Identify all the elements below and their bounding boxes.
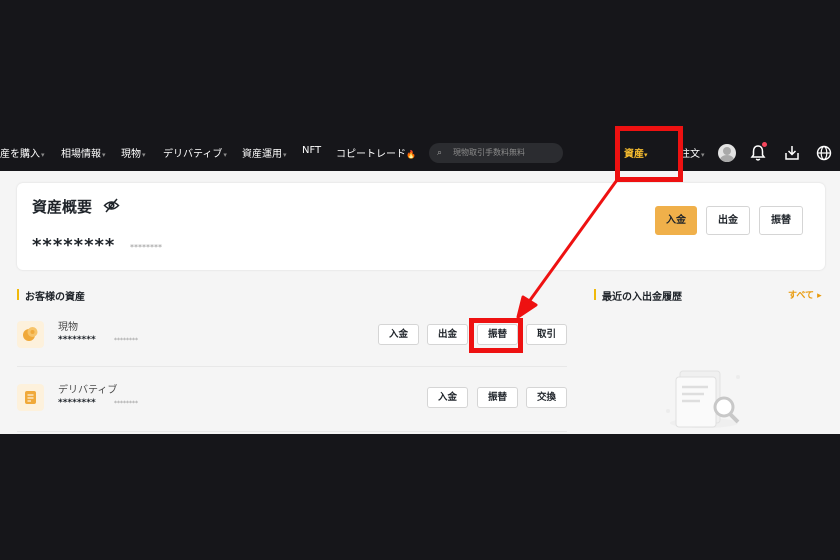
nav-item-derivatives[interactable]: デリバティブ▾ (163, 145, 227, 160)
spot-trade-button[interactable]: 取引 (526, 324, 567, 345)
derivatives-transfer-button[interactable]: 振替 (477, 387, 518, 408)
avatar[interactable] (718, 144, 736, 162)
page-title: 資産概要 (32, 198, 93, 216)
eye-off-icon[interactable] (103, 197, 120, 214)
asset-balance-sub-masked: ******** (114, 337, 138, 344)
asset-overview-card: 資産概要 ******** ******** 入金 出金 振替 (17, 183, 825, 270)
row-divider (17, 431, 567, 432)
derivatives-deposit-button[interactable]: 入金 (427, 387, 468, 408)
spot-withdraw-button[interactable]: 出金 (427, 324, 468, 345)
nav-item-copy-trade[interactable]: コピートレード🔥 (336, 145, 416, 160)
nav-item-nft[interactable]: NFT (302, 145, 321, 156)
notification-dot (762, 142, 767, 147)
row-divider (17, 366, 567, 367)
nav-item-buy-crypto[interactable]: 産を購入▾ (0, 145, 45, 160)
deposit-button[interactable]: 入金 (655, 206, 697, 235)
withdraw-button[interactable]: 出金 (706, 206, 750, 235)
flame-icon: 🔥 (406, 150, 416, 159)
highlight-transfer-button (469, 318, 523, 353)
coins-icon (17, 321, 44, 348)
nav-item-orders[interactable]: 注文▾ (680, 145, 705, 160)
spot-deposit-button[interactable]: 入金 (378, 324, 419, 345)
total-balance-sub-masked: ******** (130, 243, 162, 252)
asset-name: 現物 (58, 322, 78, 333)
empty-records-icon (666, 370, 740, 428)
recent-history-heading: 最近の入出金履歴 (594, 288, 682, 303)
search-icon: ⌕ (437, 148, 443, 158)
search-placeholder: 現物取引手数料無料 (453, 148, 525, 157)
derivatives-convert-button[interactable]: 交換 (526, 387, 567, 408)
nav-item-markets[interactable]: 相場情報▾ (61, 145, 106, 160)
chevron-right-icon: ▸ (817, 291, 822, 301)
asset-balance-masked: ******** (58, 335, 96, 345)
asset-name: デリバティブ (58, 385, 118, 396)
search-input[interactable]: ⌕ 現物取引手数料無料 (429, 143, 563, 163)
nav-item-spot[interactable]: 現物▾ (121, 145, 146, 160)
document-icon (17, 384, 44, 411)
highlight-assets-menu (615, 126, 683, 182)
asset-balance-sub-masked: ******** (114, 400, 138, 407)
total-balance-masked: ******** (32, 235, 116, 256)
asset-balance-masked: ******** (58, 398, 96, 408)
globe-icon[interactable] (815, 144, 833, 162)
app-frame: 産を購入▾ 相場情報▾ 現物▾ デリバティブ▾ 資産運用▾ NFT コピートレー… (0, 135, 840, 434)
top-nav: 産を購入▾ 相場情報▾ 現物▾ デリバティブ▾ 資産運用▾ NFT コピートレー… (0, 135, 840, 171)
download-icon[interactable] (783, 144, 801, 162)
view-all-link[interactable]: すべて ▸ (788, 288, 822, 301)
nav-item-earn[interactable]: 資産運用▾ (242, 145, 287, 160)
transfer-button[interactable]: 振替 (759, 206, 803, 235)
my-assets-heading: お客様の資産 (17, 288, 85, 303)
